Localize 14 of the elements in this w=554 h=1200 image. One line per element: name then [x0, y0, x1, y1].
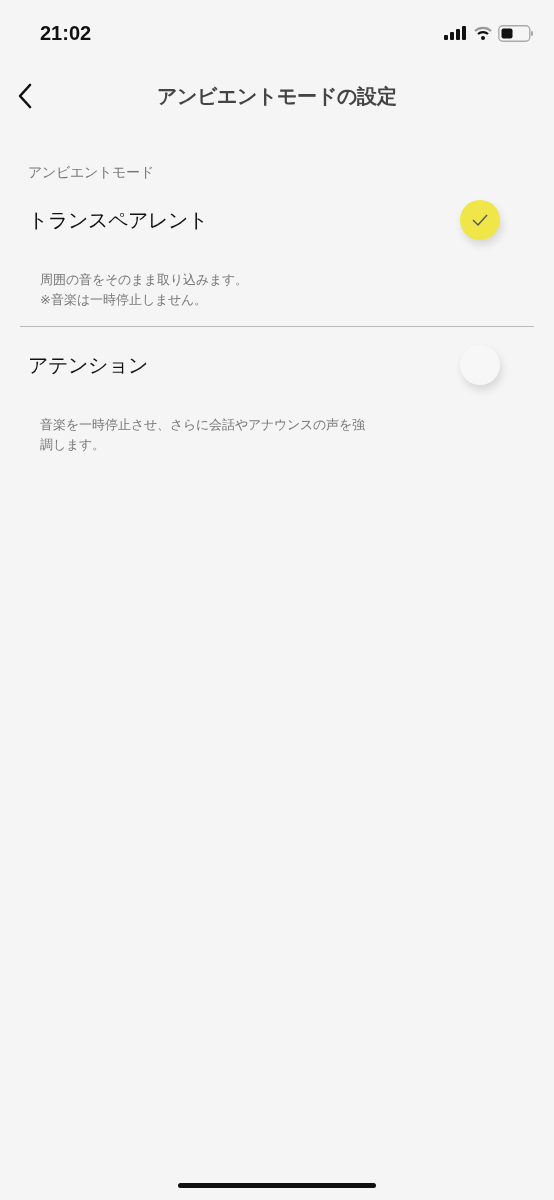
selected-radio[interactable]: [460, 200, 500, 240]
page-title: アンビエントモードの設定: [157, 82, 397, 110]
option-label[interactable]: トランスペアレント: [28, 206, 208, 234]
check-icon: [472, 214, 488, 226]
option-description: 音楽を一時停止させ、さらに会話やアナウンスの声を強 調します。: [40, 416, 366, 454]
back-icon[interactable]: [18, 83, 32, 109]
section-header: アンビエントモード: [28, 164, 155, 182]
status-time: 21:02: [40, 21, 92, 45]
radio-button[interactable]: [460, 345, 500, 385]
option-description: 周囲の音をそのまま取り込みます。 ※音楽は一時停止しません。: [40, 271, 249, 309]
wifi-icon: [474, 26, 492, 40]
battery-icon: [498, 24, 534, 42]
option-label[interactable]: アテンション: [28, 351, 148, 379]
signal-icon: [444, 26, 468, 40]
